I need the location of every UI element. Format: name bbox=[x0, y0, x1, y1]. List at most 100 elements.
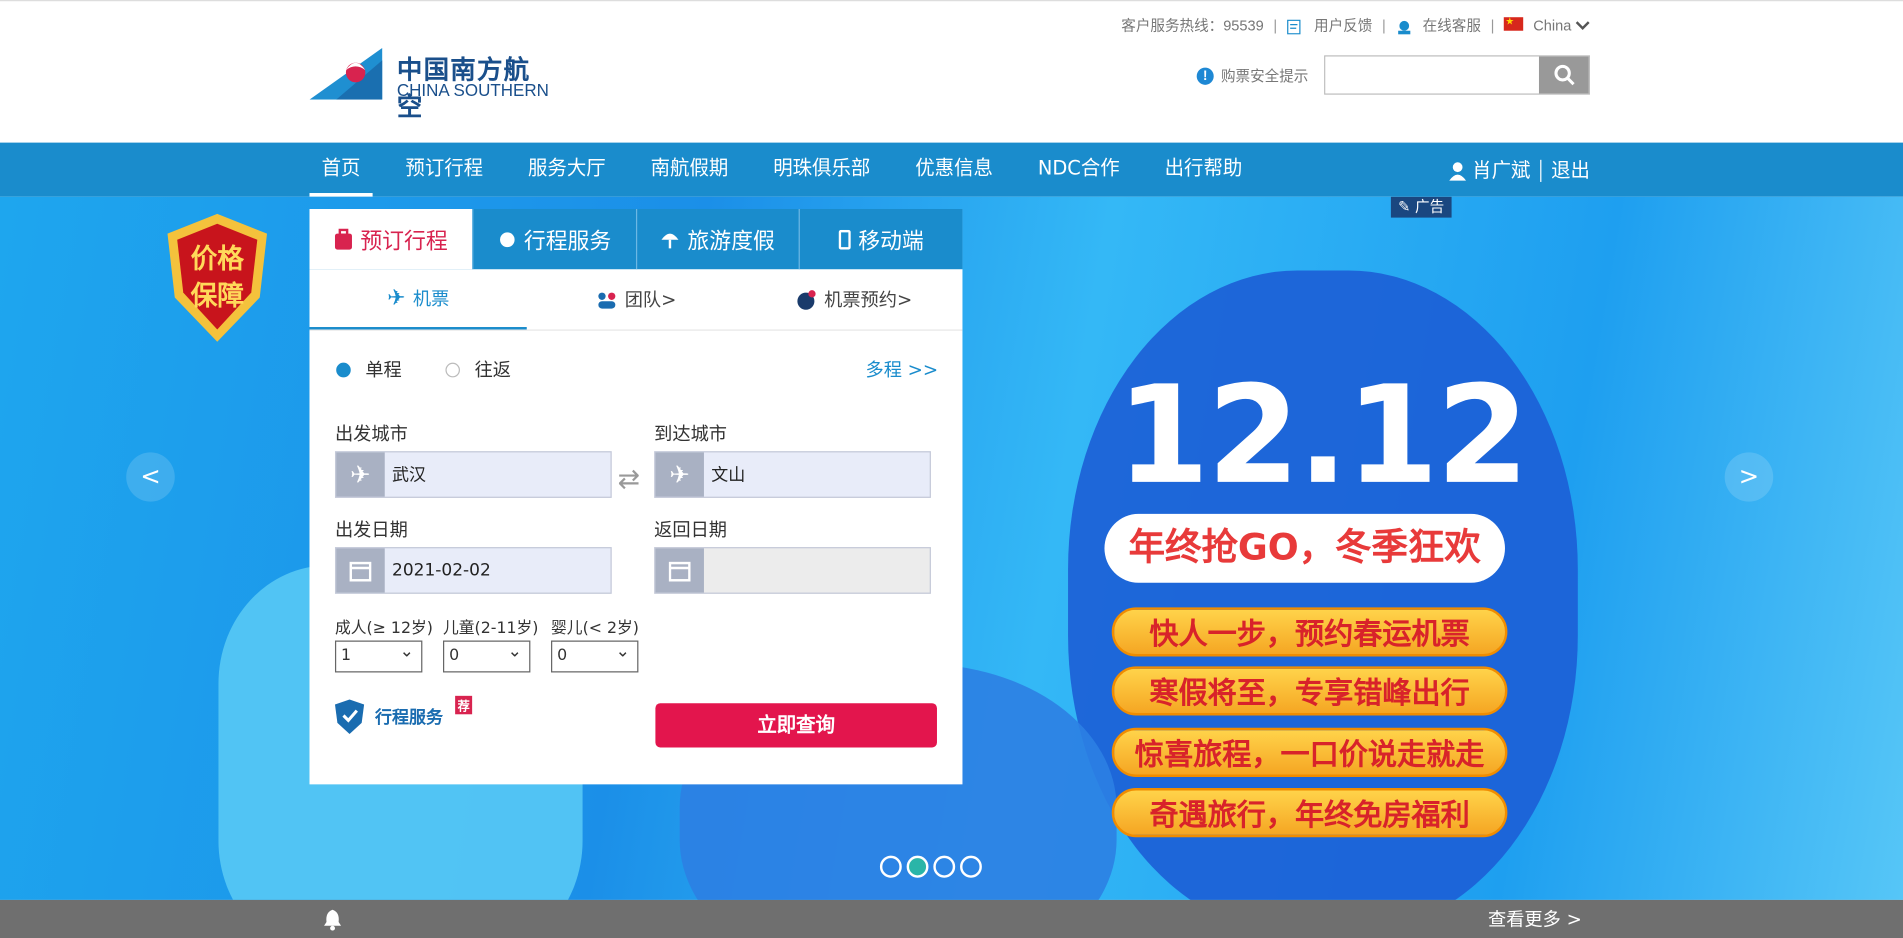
search-icon bbox=[1553, 64, 1575, 86]
info-icon: ! bbox=[1196, 67, 1214, 85]
tab-trip-service[interactable]: 行程服务 bbox=[471, 208, 636, 270]
safety-tip-label: 购票安全提示 bbox=[1220, 67, 1309, 85]
nav-item-pearl-club[interactable]: 明珠俱乐部 bbox=[761, 143, 882, 197]
main-nav: 首页 预订行程 服务大厅 南航假期 明珠俱乐部 优惠信息 NDC合作 出行帮助 … bbox=[0, 142, 1903, 200]
user-icon bbox=[1449, 162, 1467, 181]
carousel-dot[interactable] bbox=[960, 855, 982, 878]
trip-type-row: 单程 往返 多程 >> bbox=[336, 357, 938, 383]
tab-holidays[interactable]: 旅游度假 bbox=[635, 208, 799, 270]
depart-date-field[interactable]: 2021-02-02 bbox=[334, 547, 612, 594]
divider: | bbox=[1490, 16, 1495, 34]
ad-tag: ✎ 广告 bbox=[1390, 196, 1452, 218]
view-more-link[interactable]: 查看更多 > bbox=[1488, 906, 1582, 932]
headset-icon bbox=[499, 231, 515, 247]
online-service-label: 在线客服 bbox=[1422, 17, 1481, 35]
swap-cities-icon[interactable]: ⇄ bbox=[618, 465, 640, 496]
nav-item-holidays[interactable]: 南航假期 bbox=[638, 143, 740, 197]
promo-pill: 奇遇旅行，年终免房福利 bbox=[1111, 788, 1508, 838]
nav-item-help[interactable]: 出行帮助 bbox=[1152, 143, 1254, 197]
subtab-label: 团队> bbox=[624, 288, 677, 312]
nav-item-service-hall[interactable]: 服务大厅 bbox=[516, 143, 618, 197]
return-date-label: 返回日期 bbox=[654, 518, 728, 541]
nav-item-ndc[interactable]: NDC合作 bbox=[1026, 143, 1132, 197]
recommend-badge: 荐 bbox=[455, 695, 473, 715]
search-flights-button[interactable]: 立即查询 bbox=[655, 703, 937, 748]
divider: | bbox=[1382, 16, 1386, 34]
hotline-text: 客户服务热线：95539 bbox=[1121, 17, 1264, 35]
adult-label: 成人(≥ 12岁) bbox=[334, 619, 433, 639]
trip-service-link[interactable]: 行程服务 荐 bbox=[334, 695, 473, 735]
region-label: China bbox=[1533, 16, 1572, 34]
depart-date-label: 出发日期 bbox=[334, 518, 408, 541]
booking-subtabs: ✈ 机票 团队> 机票预约> bbox=[309, 269, 963, 331]
feedback-link[interactable]: 用户反馈 bbox=[1287, 15, 1372, 36]
multi-city-link[interactable]: 多程 >> bbox=[865, 357, 938, 383]
from-city-label: 出发城市 bbox=[334, 422, 408, 446]
tab-mobile[interactable]: 移动端 bbox=[798, 208, 963, 270]
from-city-value: 武汉 bbox=[392, 465, 427, 486]
nav-item-offers[interactable]: 优惠信息 bbox=[903, 143, 1005, 197]
plane-clock-icon bbox=[797, 289, 816, 310]
customer-service-icon bbox=[1397, 20, 1411, 35]
calendar-icon bbox=[655, 548, 704, 593]
tab-book-trip[interactable]: 预订行程 bbox=[309, 208, 472, 270]
kapok-logo-icon bbox=[309, 47, 383, 100]
user-area: 肖广斌 退出 bbox=[1448, 143, 1590, 200]
carousel-dot[interactable] bbox=[906, 855, 929, 878]
subtab-label: 机票预约> bbox=[824, 288, 913, 312]
header: 中国南方航空 CHINA SOUTHERN 客户服务热线：95539 | 用户反… bbox=[0, 0, 1903, 143]
to-city-label: 到达城市 bbox=[654, 422, 728, 446]
announcement-bar: 查看更多 > bbox=[0, 899, 1903, 938]
subtab-label: 机票 bbox=[412, 287, 450, 310]
online-service-link[interactable]: 在线客服 bbox=[1396, 15, 1481, 36]
promo-pill: 惊喜旅程，一口价说走就走 bbox=[1111, 727, 1508, 777]
subtab-flight-reservation[interactable]: 机票预约> bbox=[745, 269, 963, 329]
infant-select[interactable]: 0 bbox=[551, 637, 639, 673]
round-trip-radio[interactable] bbox=[445, 362, 461, 377]
logout-link[interactable]: 退出 bbox=[1551, 143, 1590, 200]
one-way-label[interactable]: 单程 bbox=[365, 357, 401, 383]
feedback-icon bbox=[1287, 19, 1301, 35]
promo-subtitle: 年终抢GO，冬季狂欢 bbox=[1104, 513, 1505, 583]
subtab-group[interactable]: 团队> bbox=[527, 269, 745, 329]
to-city-field[interactable]: ✈ 文山 bbox=[654, 451, 931, 498]
one-way-radio[interactable] bbox=[336, 362, 351, 377]
carousel-prev-button[interactable]: < bbox=[126, 452, 175, 502]
subtab-flights[interactable]: ✈ 机票 bbox=[309, 269, 528, 330]
feedback-label: 用户反馈 bbox=[1314, 17, 1373, 35]
carousel-next-button[interactable]: > bbox=[1724, 452, 1774, 502]
to-city-value: 文山 bbox=[711, 465, 746, 486]
child-label: 儿童(2-11岁) bbox=[443, 619, 539, 639]
safety-tip-link[interactable]: ! 购票安全提示 bbox=[1196, 65, 1309, 86]
promo-pill: 快人一步，预约春运机票 bbox=[1111, 607, 1508, 657]
divider: | bbox=[1273, 16, 1278, 34]
infant-label: 婴儿(< 2岁) bbox=[551, 619, 639, 639]
carousel-dot[interactable] bbox=[933, 855, 956, 878]
nav-item-booking[interactable]: 预订行程 bbox=[393, 143, 495, 197]
carousel-dot[interactable] bbox=[879, 855, 902, 878]
trip-service-label: 行程服务 bbox=[375, 708, 444, 728]
ad-tag-label: 广告 bbox=[1415, 197, 1445, 216]
nav-item-home[interactable]: 首页 bbox=[309, 143, 373, 197]
return-date-field[interactable] bbox=[654, 547, 931, 594]
adult-select[interactable]: 1 bbox=[334, 637, 423, 673]
tab-label: 旅游度假 bbox=[687, 228, 775, 254]
group-icon bbox=[597, 291, 615, 308]
from-city-field[interactable]: ✈ 武汉 bbox=[334, 451, 612, 498]
divider bbox=[1540, 159, 1542, 182]
search-button[interactable] bbox=[1538, 56, 1589, 94]
badge-line2: 保障 bbox=[190, 280, 245, 312]
region-selector[interactable]: China bbox=[1504, 15, 1590, 34]
plane-landing-icon: ✈ bbox=[655, 452, 704, 497]
tab-label: 预订行程 bbox=[360, 228, 448, 254]
search-input[interactable] bbox=[1325, 56, 1541, 94]
plane-icon: ✈ bbox=[387, 285, 406, 312]
logo-en-text: CHINA SOUTHERN bbox=[396, 79, 549, 100]
depart-date-value: 2021-02-02 bbox=[392, 560, 491, 581]
tab-label: 移动端 bbox=[858, 228, 924, 254]
user-name-link[interactable]: 肖广斌 bbox=[1472, 143, 1530, 200]
promo-title: 12.12 bbox=[1116, 356, 1530, 514]
child-select[interactable]: 0 bbox=[443, 637, 531, 673]
china-southern-logo[interactable]: 中国南方航空 CHINA SOUTHERN bbox=[309, 47, 552, 122]
round-trip-label[interactable]: 往返 bbox=[475, 357, 511, 383]
